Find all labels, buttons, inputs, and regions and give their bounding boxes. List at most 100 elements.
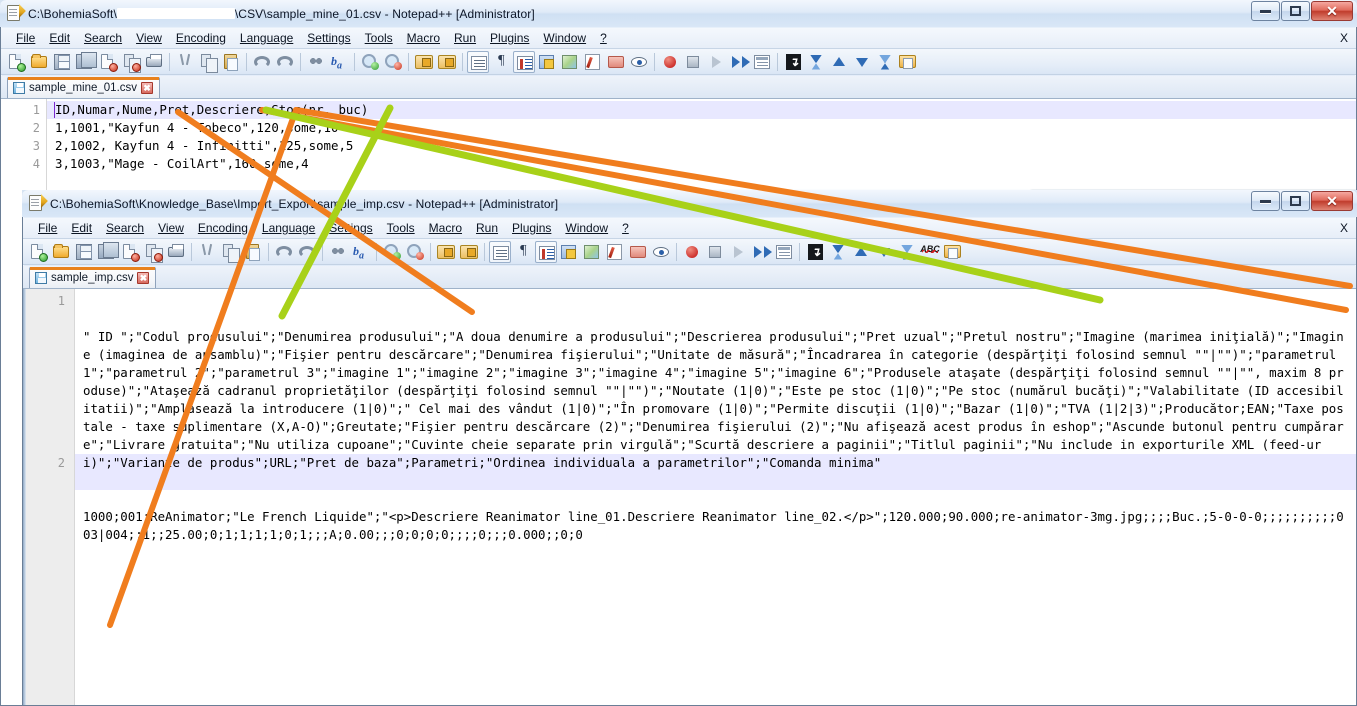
cut-icon[interactable] <box>196 241 218 263</box>
menu-language-front[interactable]: Language <box>255 219 322 237</box>
open-folder-icon[interactable] <box>50 241 72 263</box>
new-document-icon[interactable] <box>5 51 27 73</box>
menu-language-back[interactable]: Language <box>233 29 300 47</box>
indent-guideline-icon[interactable] <box>535 240 557 263</box>
redo-icon[interactable] <box>274 51 296 73</box>
folder-as-workspace-icon[interactable] <box>605 51 627 73</box>
collapse-level-icon[interactable] <box>850 241 872 263</box>
word-wrap-icon[interactable] <box>489 240 511 263</box>
replace-icon[interactable]: ba <box>328 51 350 73</box>
play-macro-icon[interactable] <box>705 51 727 73</box>
maximize-button-front[interactable] <box>1281 191 1310 211</box>
menu-macro-front[interactable]: Macro <box>422 219 469 237</box>
user-defined-dialog-icon[interactable] <box>536 51 558 73</box>
close-all-documents-icon[interactable] <box>120 51 142 73</box>
sync-vertical-scroll-icon[interactable] <box>413 51 435 73</box>
tabstrip-back[interactable]: sample_mine_01.csv ✖ <box>1 76 1356 99</box>
minimize-button-back[interactable] <box>1251 1 1280 21</box>
close-icon[interactable]: ✖ <box>141 82 154 94</box>
toolbar-back[interactable]: ba ¶ ↴ <box>1 49 1356 75</box>
save-all-icon[interactable] <box>74 51 97 73</box>
close-document-menu-back[interactable]: X <box>1340 31 1356 45</box>
tabstrip-front[interactable]: sample_imp.csv ✖ <box>23 266 1356 289</box>
copy-icon[interactable] <box>219 241 241 263</box>
stop-recording-icon[interactable] <box>682 51 704 73</box>
close-document-menu-front[interactable]: X <box>1340 221 1356 235</box>
tab-sample-mine-csv[interactable]: sample_mine_01.csv ✖ <box>7 77 161 98</box>
document-map-icon[interactable] <box>559 51 581 73</box>
function-list-icon[interactable] <box>604 241 626 263</box>
run-macro-multiple-icon[interactable] <box>750 241 772 263</box>
menu-edit-back[interactable]: Edit <box>42 29 77 47</box>
open-containing-folder-icon[interactable] <box>897 51 919 73</box>
document-map-icon[interactable] <box>581 241 603 263</box>
menu-view-back[interactable]: View <box>129 29 169 47</box>
word-wrap-icon[interactable] <box>467 50 489 73</box>
spell-check-icon[interactable]: ABC <box>919 241 941 263</box>
monitoring-icon[interactable] <box>628 51 650 73</box>
menu-encoding-back[interactable]: Encoding <box>169 29 233 47</box>
menu-window-front[interactable]: Window <box>558 219 615 237</box>
record-macro-icon[interactable] <box>659 51 681 73</box>
save-macro-icon[interactable] <box>773 241 795 263</box>
copy-icon[interactable] <box>197 51 219 73</box>
sync-horizontal-scroll-icon[interactable] <box>458 241 480 263</box>
run-macro-multiple-icon[interactable] <box>728 51 750 73</box>
notepadpp-window-sample-imp[interactable]: C:\BohemiaSoft\Knowledge_Base\Import_Exp… <box>22 190 1357 706</box>
zoom-out-icon[interactable] <box>404 241 426 263</box>
toolbar-front[interactable]: ba ¶ ↴ ABC <box>23 239 1356 265</box>
menu-view-front[interactable]: View <box>151 219 191 237</box>
folder-as-workspace-icon[interactable] <box>627 241 649 263</box>
menu-run-back[interactable]: Run <box>447 29 483 47</box>
menu-help-back[interactable]: ? <box>593 29 614 47</box>
run-icon[interactable]: ↴ <box>804 241 826 263</box>
menu-help-front[interactable]: ? <box>615 219 636 237</box>
menu-edit-front[interactable]: Edit <box>64 219 99 237</box>
editor-area-front[interactable]: 1 2 " ID ";"Codul produsului";"Denumirea… <box>23 289 1356 705</box>
expand-level-icon[interactable] <box>873 241 895 263</box>
expand-all-icon[interactable] <box>874 51 896 73</box>
menu-window-back[interactable]: Window <box>536 29 593 47</box>
titlebar-back[interactable]: C:\BohemiaSoft\ \CSV\sample_mine_01.csv -… <box>0 0 1357 27</box>
sync-vertical-scroll-icon[interactable] <box>435 241 457 263</box>
close-all-documents-icon[interactable] <box>142 241 164 263</box>
menu-plugins-back[interactable]: Plugins <box>483 29 536 47</box>
save-all-icon[interactable] <box>96 241 119 263</box>
print-icon[interactable] <box>165 241 187 263</box>
menu-macro-back[interactable]: Macro <box>400 29 447 47</box>
undo-icon[interactable] <box>273 241 295 263</box>
collapse-all-icon[interactable] <box>805 51 827 73</box>
sync-horizontal-scroll-icon[interactable] <box>436 51 458 73</box>
menu-run-front[interactable]: Run <box>469 219 505 237</box>
show-all-characters-icon[interactable]: ¶ <box>512 241 534 263</box>
menubar-front[interactable]: File Edit Search View Encoding Language … <box>23 218 1356 239</box>
window-controls-back[interactable]: ✕ <box>1251 1 1353 21</box>
menu-plugins-front[interactable]: Plugins <box>505 219 558 237</box>
open-folder-icon[interactable] <box>28 51 50 73</box>
menu-settings-back[interactable]: Settings <box>300 29 357 47</box>
undo-icon[interactable] <box>251 51 273 73</box>
expand-level-icon[interactable] <box>851 51 873 73</box>
minimize-button-front[interactable] <box>1251 191 1280 211</box>
stop-recording-icon[interactable] <box>704 241 726 263</box>
menubar-back[interactable]: File Edit Search View Encoding Language … <box>1 28 1356 49</box>
find-icon[interactable] <box>305 51 327 73</box>
tab-sample-imp-csv[interactable]: sample_imp.csv ✖ <box>29 267 157 288</box>
user-defined-dialog-icon[interactable] <box>558 241 580 263</box>
paste-icon[interactable] <box>220 51 242 73</box>
expand-all-icon[interactable] <box>896 241 918 263</box>
open-containing-folder-icon[interactable] <box>942 241 964 263</box>
close-button-front[interactable]: ✕ <box>1311 191 1353 211</box>
replace-icon[interactable]: ba <box>350 241 372 263</box>
cut-icon[interactable] <box>174 51 196 73</box>
close-document-icon[interactable] <box>119 241 141 263</box>
menu-tools-back[interactable]: Tools <box>358 29 400 47</box>
code-content-front[interactable]: " ID ";"Codul produsului";"Denumirea pro… <box>75 290 1350 705</box>
print-icon[interactable] <box>143 51 165 73</box>
close-document-icon[interactable] <box>97 51 119 73</box>
menu-search-front[interactable]: Search <box>99 219 151 237</box>
run-icon[interactable]: ↴ <box>782 51 804 73</box>
zoom-in-icon[interactable] <box>381 241 403 263</box>
menu-file-front[interactable]: File <box>31 219 64 237</box>
menu-search-back[interactable]: Search <box>77 29 129 47</box>
